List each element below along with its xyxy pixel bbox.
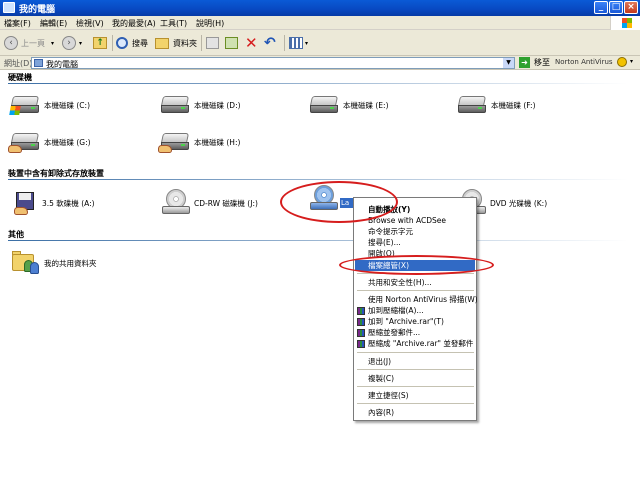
chevron-down-icon: ▾ bbox=[305, 39, 309, 47]
winrar-icon bbox=[357, 307, 365, 315]
address-label: 網址(D) bbox=[4, 59, 33, 68]
drive-item[interactable]: CD-RW 磁碟機 (J:) bbox=[162, 188, 258, 218]
context-menu-item-command-prompt[interactable]: 命令提示字元 bbox=[355, 226, 475, 237]
file-view: 硬碟機 本機磁碟 (C:) 本機磁碟 (D:) 本機磁碟 (E:) 本機磁碟 (… bbox=[0, 70, 640, 480]
views-icon bbox=[289, 37, 303, 49]
forward-button[interactable]: › ▾ bbox=[62, 34, 82, 52]
go-button[interactable]: ➜ 移至 bbox=[519, 57, 550, 68]
address-bar: 網址(D) 我的電腦 ▼ ➜ 移至 Norton AntiVirus ▾ bbox=[0, 56, 640, 70]
up-folder-button[interactable]: ↑ bbox=[93, 34, 107, 52]
context-menu-item-copy[interactable]: 複製(C) bbox=[355, 373, 475, 384]
context-menu-item-create-shortcut[interactable]: 建立捷徑(S) bbox=[355, 390, 475, 401]
copy-to-icon bbox=[225, 37, 238, 49]
selected-drive-label: La bbox=[340, 198, 353, 208]
drive-item[interactable]: 本機磁碟 (D:) bbox=[160, 90, 241, 120]
group-header-other: 其他 bbox=[8, 230, 24, 239]
drive-item-selected[interactable] bbox=[310, 184, 338, 214]
up-folder-icon: ↑ bbox=[93, 37, 107, 49]
menu-view[interactable]: 檢視(V) bbox=[76, 18, 104, 29]
back-button[interactable]: ‹ 上一頁 ▾ bbox=[4, 34, 54, 52]
context-menu-item-eject[interactable]: 退出(J) bbox=[355, 356, 475, 367]
move-to-button[interactable] bbox=[206, 34, 219, 52]
minimize-button[interactable]: _ bbox=[594, 1, 608, 14]
copy-to-button[interactable] bbox=[225, 34, 238, 52]
address-input[interactable]: 我的電腦 ▼ bbox=[31, 57, 515, 69]
drive-item[interactable]: 本機磁碟 (E:) bbox=[309, 90, 389, 120]
computer-icon bbox=[34, 59, 43, 67]
computer-icon bbox=[3, 2, 15, 13]
context-menu-item-acdsee[interactable]: Browse with ACDSee bbox=[355, 215, 475, 226]
delete-x-icon: ✕ bbox=[245, 33, 258, 52]
undo-button[interactable]: ↶ bbox=[264, 34, 276, 52]
maximize-button[interactable]: □ bbox=[609, 1, 623, 14]
drive-item[interactable]: 本機磁碟 (H:) bbox=[158, 127, 240, 157]
context-menu-item-sharing[interactable]: 共用和安全性(H)... bbox=[355, 277, 475, 288]
back-arrow-icon: ‹ bbox=[4, 36, 18, 50]
menu-file[interactable]: 檔案(F) bbox=[4, 18, 31, 29]
context-menu-item-add-archive-rar[interactable]: 加到 "Archive.rar"(T) bbox=[355, 316, 475, 327]
context-menu-item-open[interactable]: 開啟(O) bbox=[355, 248, 475, 259]
shared-hard-drive-icon bbox=[8, 131, 40, 153]
forward-arrow-icon: › bbox=[62, 36, 76, 50]
context-menu-item-compress-rar-email[interactable]: 壓縮成 "Archive.rar" 並發郵件 bbox=[355, 338, 475, 349]
shared-folder-icon bbox=[10, 250, 40, 276]
chevron-down-icon[interactable]: ▼ bbox=[503, 58, 514, 68]
folder-icon bbox=[155, 37, 169, 49]
address-value: 我的電腦 bbox=[46, 60, 78, 69]
floppy-drive-icon bbox=[14, 190, 36, 216]
menu-favorites[interactable]: 我的最愛(A) bbox=[112, 18, 156, 29]
winrar-icon bbox=[357, 318, 365, 326]
norton-antivirus-button[interactable]: Norton AntiVirus bbox=[555, 58, 613, 66]
drive-item[interactable]: 本機磁碟 (C:) bbox=[9, 90, 90, 120]
context-menu-item-autoplay[interactable]: 自動播放(Y) bbox=[355, 204, 475, 215]
context-menu-item-search[interactable]: 搜尋(E)... bbox=[355, 237, 475, 248]
drive-item[interactable]: 本機磁碟 (F:) bbox=[457, 90, 536, 120]
menu-tools[interactable]: 工具(T) bbox=[160, 18, 187, 29]
delete-button[interactable]: ✕ bbox=[245, 34, 258, 52]
chevron-down-icon: ▾ bbox=[79, 39, 83, 47]
window-title: 我的電腦 bbox=[19, 5, 56, 15]
search-button[interactable]: 搜尋 bbox=[116, 34, 148, 52]
cd-drive-icon bbox=[310, 185, 338, 213]
group-header-hard-disks: 硬碟機 bbox=[8, 73, 32, 82]
close-button[interactable]: × bbox=[624, 1, 638, 14]
context-menu-item-explore[interactable]: 檔案總管(X) bbox=[355, 260, 475, 271]
go-arrow-icon: ➜ bbox=[519, 57, 530, 68]
move-to-icon bbox=[206, 37, 219, 49]
context-menu: 自動播放(Y) Browse with ACDSee 命令提示字元 搜尋(E).… bbox=[353, 197, 478, 421]
folder-item[interactable]: 我的共用資料夾 bbox=[10, 248, 97, 278]
drive-item[interactable]: 本機磁碟 (G:) bbox=[8, 127, 91, 157]
winrar-icon bbox=[357, 329, 365, 337]
chevron-down-icon: ▾ bbox=[51, 39, 55, 47]
hard-drive-icon bbox=[457, 94, 487, 116]
folders-button[interactable]: 資料夾 bbox=[155, 34, 197, 52]
title-bar: 我的電腦 _ □ × bbox=[0, 0, 640, 16]
shared-hard-drive-icon bbox=[158, 131, 190, 153]
context-menu-item-norton-scan[interactable]: 使用 Norton AntiVirus 掃描(W) bbox=[355, 294, 478, 305]
hard-drive-icon bbox=[160, 94, 190, 116]
hard-drive-icon bbox=[9, 94, 40, 116]
cd-drive-icon bbox=[162, 189, 190, 217]
menu-edit[interactable]: 編輯(E) bbox=[40, 18, 67, 29]
undo-icon: ↶ bbox=[264, 35, 276, 51]
context-menu-item-compress-email[interactable]: 壓縮並發郵件... bbox=[355, 327, 475, 338]
winrar-icon bbox=[357, 340, 365, 348]
menu-help[interactable]: 說明(H) bbox=[196, 18, 224, 29]
toolbar: ‹ 上一頁 ▾ › ▾ ↑ 搜尋 資料夾 ✕ ↶ ▾ bbox=[0, 30, 640, 56]
hard-drive-icon bbox=[309, 94, 339, 116]
group-header-removable: 裝置中含有卸除式存放裝置 bbox=[8, 169, 104, 178]
chevron-down-icon[interactable]: ▾ bbox=[630, 58, 633, 65]
drive-item[interactable]: 3.5 軟碟機 (A:) bbox=[14, 188, 95, 218]
menu-bar: 檔案(F) 編輯(E) 檢視(V) 我的最愛(A) 工具(T) 說明(H) bbox=[0, 16, 640, 30]
norton-icon[interactable] bbox=[617, 57, 627, 67]
windows-logo-icon bbox=[610, 16, 640, 30]
context-menu-item-add-archive[interactable]: 加到壓縮檔(A)... bbox=[355, 305, 475, 316]
search-icon bbox=[116, 37, 128, 49]
context-menu-item-properties[interactable]: 內容(R) bbox=[355, 407, 475, 418]
views-button[interactable]: ▾ bbox=[289, 34, 308, 52]
